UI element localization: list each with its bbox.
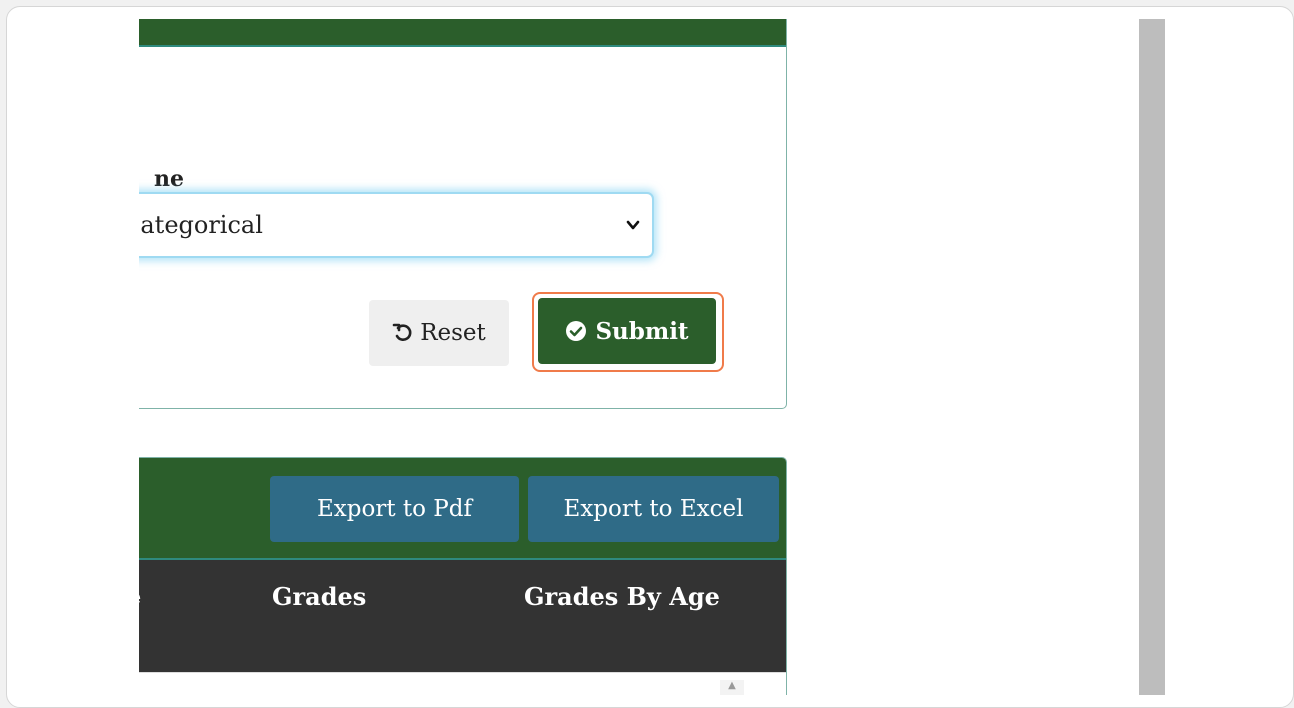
- column-header[interactable]: e: [139, 582, 141, 611]
- submit-button[interactable]: Submit: [538, 298, 716, 364]
- report-card: Export to Pdf Export to Excel e Grades G…: [139, 457, 787, 695]
- check-circle-icon: [566, 321, 587, 341]
- undo-icon: [392, 323, 412, 341]
- table-header-row: e Grades Grades By Age: [139, 560, 786, 672]
- page-scrollbar[interactable]: [1139, 19, 1165, 695]
- export-pdf-button[interactable]: Export to Pdf: [270, 476, 519, 542]
- table-scroll-up-arrow[interactable]: ▲: [720, 680, 744, 695]
- column-header-grades[interactable]: Grades: [272, 582, 366, 611]
- chevron-down-icon: [626, 220, 640, 230]
- filter-form-card: ne Categorical Reset S: [139, 19, 787, 409]
- filter-form-card-header: [139, 19, 786, 47]
- column-header-grades-by-age[interactable]: Grades By Age: [524, 582, 720, 611]
- browser-frame: ne Categorical Reset S: [6, 6, 1294, 708]
- table-body: [139, 672, 786, 695]
- select-value: Categorical: [139, 211, 263, 239]
- category-select[interactable]: Categorical: [139, 192, 654, 258]
- page-scrollbar-thumb[interactable]: [1139, 19, 1165, 695]
- field-label: ne: [154, 166, 184, 192]
- export-excel-button[interactable]: Export to Excel: [528, 476, 779, 542]
- submit-label: Submit: [595, 317, 689, 345]
- page-viewport: ne Categorical Reset S: [139, 19, 1165, 695]
- reset-button[interactable]: Reset: [369, 300, 509, 366]
- report-card-header: Export to Pdf Export to Excel: [139, 458, 786, 560]
- reset-label: Reset: [420, 320, 486, 346]
